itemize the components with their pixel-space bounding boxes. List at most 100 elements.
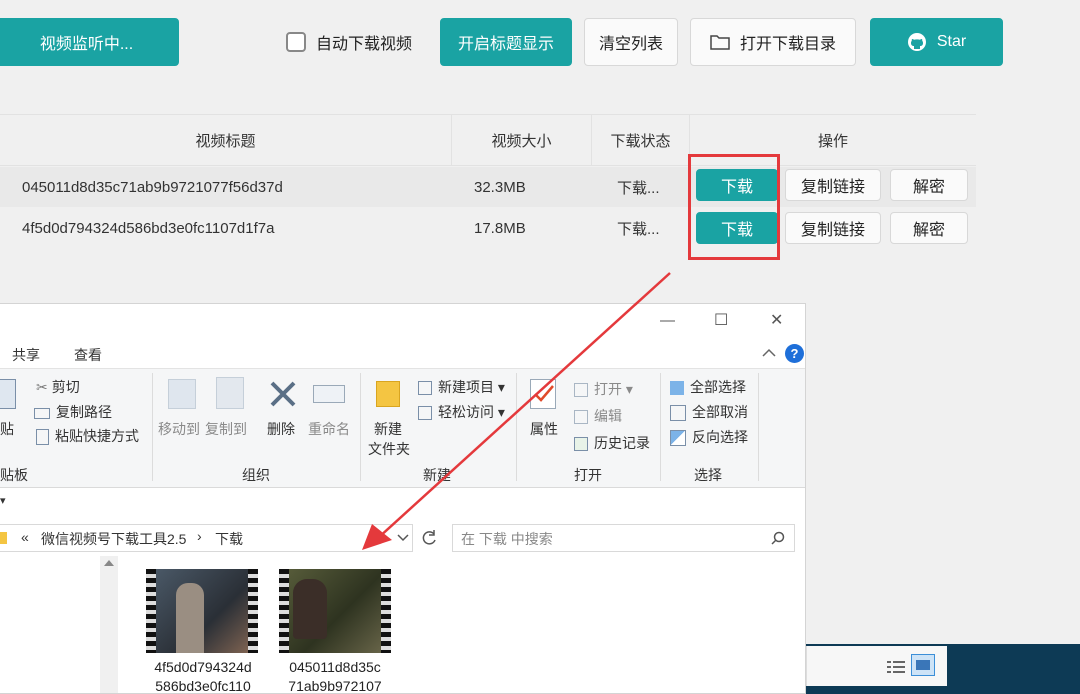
copy-path-label: 复制路径	[56, 404, 112, 420]
new-item-label: 新建项目	[438, 379, 494, 395]
edit-button[interactable]: 编辑	[574, 406, 622, 426]
open-button[interactable]: 打开 ▾	[574, 379, 633, 399]
copy-link-button[interactable]: 复制链接	[785, 169, 881, 201]
statusbar-strip	[806, 646, 947, 686]
film-strip-left	[279, 569, 289, 653]
decrypt-button[interactable]: 解密	[890, 212, 968, 244]
new-item-button[interactable]: 新建项目 ▾	[418, 377, 505, 397]
select-none-label: 全部取消	[692, 404, 748, 420]
window-close-button[interactable]: ✕	[770, 310, 783, 330]
new-folder-button-line2[interactable]: 文件夹	[368, 439, 410, 459]
checkbox-box[interactable]	[286, 32, 306, 52]
select-group-label: 选择	[694, 467, 722, 483]
breadcrumb-folder[interactable]: 微信视频号下载工具2.5	[41, 529, 186, 549]
person-silhouette	[176, 583, 204, 653]
paste-button[interactable]: 粘贴	[0, 419, 14, 439]
copy-to-button[interactable]: 复制到	[205, 419, 247, 439]
video-thumbnail[interactable]	[146, 569, 258, 653]
address-bar[interactable]: « 微信视频号下载工具2.5 › 下载	[0, 524, 413, 552]
open-dir-label: 打开下载目录	[739, 36, 836, 53]
refresh-icon[interactable]	[420, 529, 438, 547]
properties-button[interactable]: 属性	[530, 419, 558, 439]
chevron-up-icon[interactable]	[762, 348, 776, 358]
file-name[interactable]: 4f5d0d794324d 586bd3e0fc110	[138, 658, 268, 693]
breadcrumb-arrow: ›	[197, 528, 202, 544]
open-download-dir-button[interactable]: 打开下载目录	[690, 18, 856, 66]
rename-button[interactable]: 重命名	[308, 419, 350, 439]
move-to-icon	[168, 379, 196, 409]
delete-icon	[270, 381, 296, 407]
show-title-button[interactable]: 开启标题显示	[440, 18, 572, 66]
window-minimize-button[interactable]: —	[660, 312, 675, 329]
copy-path-button[interactable]: 复制路径	[34, 402, 112, 422]
delete-button[interactable]: 删除	[267, 419, 295, 439]
new-folder-button-line1[interactable]: 新建	[374, 419, 402, 439]
edit-label: 编辑	[594, 408, 622, 424]
large-icons-view-icon[interactable]	[911, 654, 935, 676]
video-thumbnail[interactable]	[279, 569, 391, 653]
clear-list-button[interactable]: 清空列表	[584, 18, 678, 66]
ribbon-separator	[360, 373, 361, 481]
copy-link-button[interactable]: 复制链接	[785, 212, 881, 244]
decrypt-button[interactable]: 解密	[890, 169, 968, 201]
clipboard-group-label: 剪贴板	[0, 467, 28, 483]
open-label: 打开	[594, 381, 622, 397]
col-title: 视频标题	[0, 115, 452, 165]
window-maximize-button[interactable]: ☐	[714, 310, 728, 330]
search-icon	[771, 531, 785, 545]
monitor-button[interactable]: 视频监听中...	[0, 18, 179, 66]
nav-pane-scrollbar[interactable]	[100, 556, 118, 693]
invert-selection-label: 反向选择	[692, 429, 748, 445]
chevron-down-icon[interactable]	[397, 534, 409, 542]
person-silhouette	[293, 579, 327, 639]
select-none-button[interactable]: 全部取消	[670, 402, 748, 422]
row-size: 17.8MB	[474, 219, 526, 237]
history-button[interactable]: 历史记录	[574, 433, 650, 453]
search-input[interactable]: 在 下载 中搜索	[452, 524, 795, 552]
easy-access-label: 轻松访问	[438, 404, 494, 420]
row-size: 32.3MB	[474, 178, 526, 196]
properties-icon	[530, 379, 556, 409]
github-icon	[907, 33, 926, 51]
table-row: 045011d8d35c71ab9b9721077f56d37d 32.3MB …	[0, 167, 976, 207]
move-to-button[interactable]: 移动到	[158, 419, 200, 439]
row-title: 4f5d0d794324d586bd3e0fc1107d1f7a	[22, 219, 275, 237]
file-name-line1: 4f5d0d794324d	[154, 659, 252, 675]
auto-download-checkbox[interactable]: 自动下载视频	[286, 30, 412, 54]
paste-shortcut-icon	[36, 429, 49, 446]
film-strip-left	[146, 569, 156, 653]
clipboard-icon	[0, 379, 16, 409]
cut-button[interactable]: ✂ 剪切	[36, 377, 80, 397]
open-icon	[574, 383, 588, 398]
ribbon-separator	[660, 373, 661, 481]
paste-shortcut-label: 粘贴快捷方式	[55, 428, 139, 444]
folder-icon	[710, 35, 730, 50]
invert-selection-icon	[670, 430, 686, 447]
select-all-label: 全部选择	[690, 379, 746, 395]
organize-group-label: 组织	[242, 467, 270, 483]
tab-share[interactable]: 共享	[12, 345, 40, 365]
tab-view[interactable]: 查看	[74, 345, 102, 365]
breadcrumb-overflow[interactable]: «	[21, 529, 29, 545]
star-button[interactable]: Star	[870, 18, 1003, 66]
copy-path-icon	[34, 407, 50, 419]
easy-access-button[interactable]: 轻松访问 ▾	[418, 402, 505, 422]
file-name-line1: 045011d8d35c	[289, 659, 381, 675]
invert-selection-button[interactable]: 反向选择	[670, 427, 748, 447]
help-icon[interactable]: ?	[785, 344, 804, 363]
select-all-icon	[670, 381, 684, 396]
ribbon-separator	[152, 373, 153, 481]
quick-access-chevron[interactable]: ▾	[0, 494, 6, 507]
details-view-icon[interactable]	[887, 660, 905, 674]
scissors-icon: ✂	[36, 379, 48, 395]
paste-shortcut-button[interactable]: 粘贴快捷方式	[36, 426, 139, 446]
row-title: 045011d8d35c71ab9b9721077f56d37d	[22, 178, 283, 196]
ribbon-separator	[516, 373, 517, 481]
highlight-box	[688, 154, 780, 260]
file-name[interactable]: 045011d8d35c 71ab9b972107	[270, 658, 400, 693]
new-group-label: 新建	[423, 467, 451, 483]
select-all-button[interactable]: 全部选择	[670, 377, 746, 397]
breadcrumb-current[interactable]: 下载	[215, 529, 243, 549]
film-strip-right	[381, 569, 391, 653]
history-icon	[574, 437, 588, 452]
